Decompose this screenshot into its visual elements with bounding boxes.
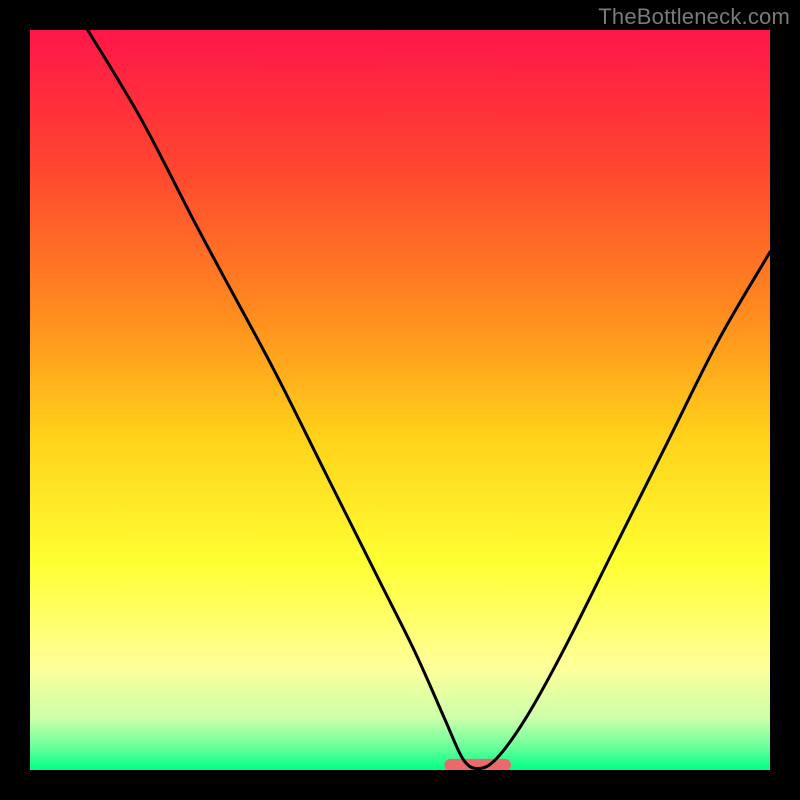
watermark-text: TheBottleneck.com bbox=[598, 4, 790, 30]
bottleneck-plot bbox=[0, 0, 800, 800]
gradient-background bbox=[30, 30, 770, 770]
chart-stage: TheBottleneck.com bbox=[0, 0, 800, 800]
